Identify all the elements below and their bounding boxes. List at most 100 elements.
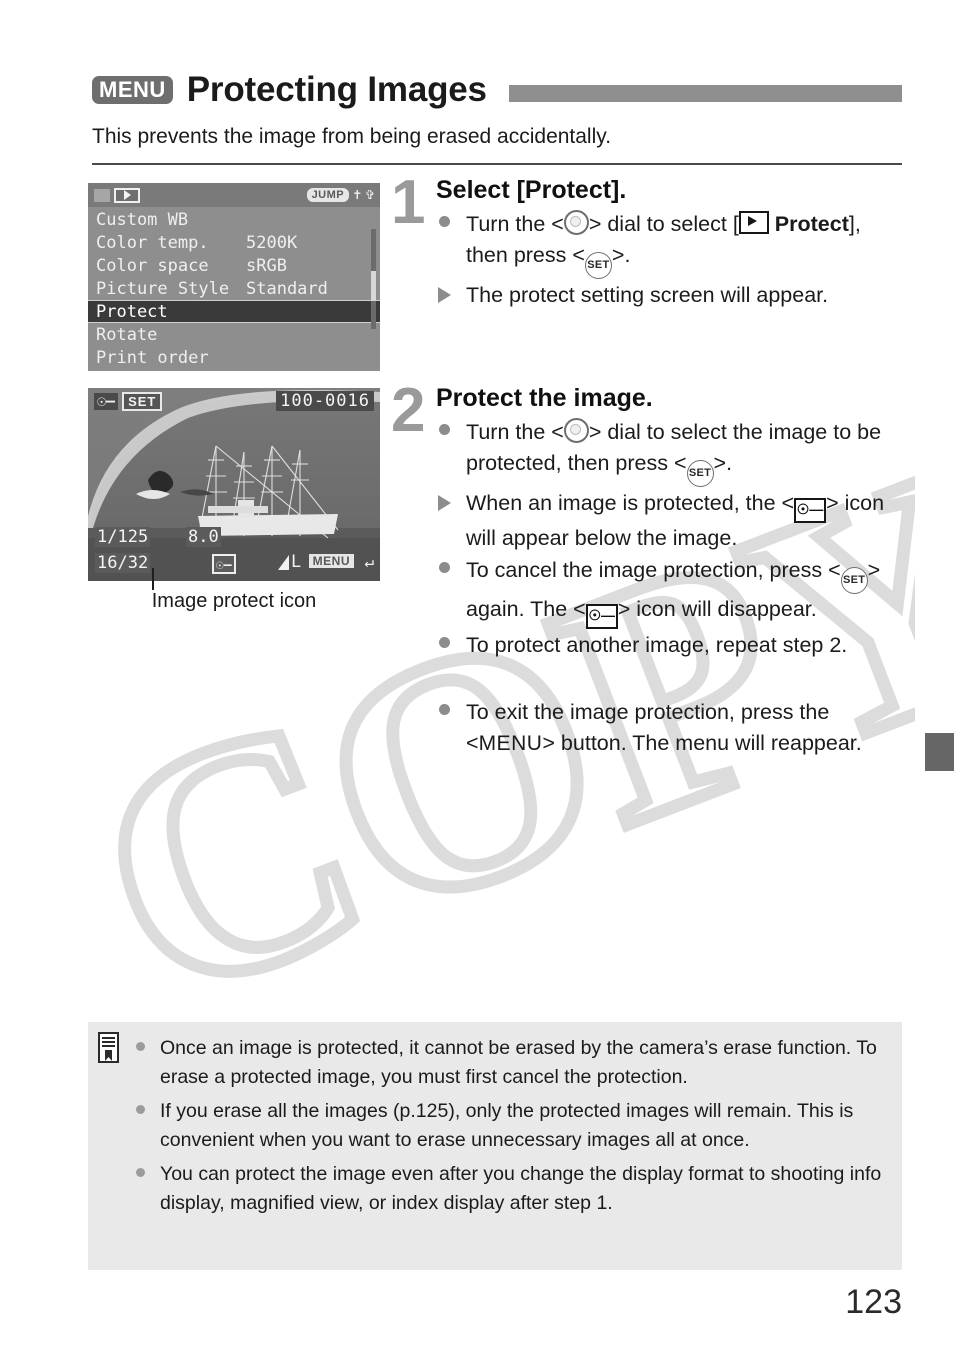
page-header: MENU Protecting Images <box>92 66 902 114</box>
playback-icon <box>738 211 769 234</box>
set-badge-icon: SET <box>122 391 163 411</box>
return-arrow-icon: ↵ <box>364 552 374 571</box>
image-protect-icon: ☉— <box>212 554 236 574</box>
page-number: 123 <box>845 1283 902 1321</box>
step-2-bullet-5-text: To exit the image protection, press the … <box>466 700 862 755</box>
step-2-bullet-5: To exit the image protection, press the … <box>436 697 906 759</box>
quality-triangle-icon <box>278 554 289 570</box>
bullet-dot-icon <box>436 630 466 648</box>
note-icon <box>98 1032 119 1063</box>
file-number: 100-0016 <box>276 391 374 411</box>
note-item-text: Once an image is protected, it cannot be… <box>160 1037 877 1088</box>
step-2-bullet-2-text: When an image is protected, the < ☉— > ico… <box>466 491 885 550</box>
note-item: If you erase all the images (p.125), onl… <box>136 1097 886 1155</box>
note-item: Once an image is protected, it cannot be… <box>136 1034 886 1092</box>
title-rule <box>508 84 902 102</box>
menu-row-label: Print order <box>96 347 209 368</box>
jump-badge-icon: JUMP <box>306 188 350 202</box>
step-2-body: Protect the image. Turn the < > dial to s… <box>436 384 906 760</box>
step-1-bullet-2: The protect setting screen will appear. <box>436 280 906 311</box>
set-icon: SET <box>840 567 868 594</box>
menu-row-label: Color space <box>96 255 209 276</box>
dial-icon <box>563 418 589 443</box>
menu-row-label: Rotate <box>96 324 158 345</box>
bullet-dot-icon <box>136 1097 160 1114</box>
key-icon: ☉— <box>94 392 119 410</box>
set-icon: SET <box>584 252 612 279</box>
quality-label: L <box>291 552 302 572</box>
menu-row-label: Picture Style <box>96 278 230 299</box>
step-1-number: 1 <box>391 168 426 237</box>
step-1-bullet-1-text: Turn the < > dial to select [ Protect], t… <box>466 209 906 279</box>
playback-bottom-overlay: 1/125 8.0 16/32 ☉— L MENU ↵ <box>88 525 380 581</box>
caption-leader-line <box>152 568 154 590</box>
bullet-dot-icon <box>436 697 466 715</box>
step-2-bullet-3: To cancel the image protection, press < S… <box>436 555 906 629</box>
note-item-text: If you erase all the images (p.125), onl… <box>160 1100 854 1151</box>
menu-row-label: Color temp. <box>96 232 209 253</box>
step-2-bullet-3-text: To cancel the image protection, press < S… <box>466 555 906 629</box>
step-2-title: Protect the image. <box>436 384 653 412</box>
menu-row: Rotate <box>88 323 380 346</box>
image-quality-indicator: L <box>278 552 301 572</box>
menu-row: Color temp. 5200K <box>88 231 380 254</box>
bullet-dot-icon <box>136 1034 160 1051</box>
step-2-number: 2 <box>391 376 426 445</box>
bullet-triangle-icon <box>436 488 466 511</box>
note-box: Once an image is protected, it cannot be… <box>88 1022 902 1270</box>
menu-row-label: Custom WB <box>96 209 189 230</box>
step-2-bullet-4: To protect another image, repeat step 2. <box>436 630 906 661</box>
chapter-edge-tab <box>925 733 954 771</box>
menu-row-label: Protect <box>96 301 168 322</box>
protect-icon: ☉— <box>585 604 618 629</box>
protect-icon: ☉— <box>794 498 827 523</box>
note-item-text: You can protect the image even after you… <box>160 1163 882 1214</box>
step-2-bullet-1-text: Turn the < > dial to select the image to … <box>466 417 906 487</box>
menu-tab-blank-icon <box>94 188 110 202</box>
menu-row: Custom WB <box>88 208 380 231</box>
playback-tab-icon <box>114 187 140 203</box>
playback-menu-badge-icon: MENU <box>308 554 354 568</box>
wrench-icon: ✝ <box>353 187 362 203</box>
note-item: You can protect the image even after you… <box>136 1160 886 1218</box>
menu-row: Print order <box>88 346 380 369</box>
dial-icon <box>563 210 589 235</box>
menu-row-value: sRGB <box>246 255 287 276</box>
image-protect-icon-caption: Image protect icon <box>151 590 317 612</box>
bullet-triangle-icon <box>436 280 466 303</box>
menu-row-value: Standard <box>246 278 328 299</box>
step-2-bullet-2: When an image is protected, the < ☉— > ico… <box>436 488 906 554</box>
bullet-dot-icon <box>436 417 466 435</box>
menu-scrollbar-thumb <box>371 271 376 301</box>
header-divider <box>92 163 902 165</box>
menu-row-selected-protect: Protect <box>88 300 380 323</box>
menu-badge-icon: MENU <box>92 76 173 104</box>
bullet-dot-icon <box>436 555 466 573</box>
note-list: Once an image is protected, it cannot be… <box>136 1034 886 1223</box>
menu-topbar-right: JUMP ✝ ✞ <box>306 187 374 203</box>
menu-row: Picture Style Standard <box>88 277 380 300</box>
step-1-bullet-2-text: The protect setting screen will appear. <box>466 283 829 307</box>
bullet-dot-icon <box>436 209 466 227</box>
shutter-speed-value: 1/125 <box>95 527 151 547</box>
camera-menu-screenshot: JUMP ✝ ✞ Custom WB Color temp. 5200K Col… <box>88 183 380 371</box>
set-icon: SET <box>686 460 714 487</box>
aperture-value: 8.0 <box>186 527 221 547</box>
flag-icon: ✞ <box>365 187 374 203</box>
step-1-body: Select [Protect]. Turn the < > dial to se… <box>436 176 906 312</box>
playback-top-overlay: ☉— SET 100-0016 <box>88 388 380 414</box>
step-2-bullet-4-text: To protect another image, repeat step 2. <box>466 633 848 657</box>
step-1-bullet-1: Turn the < > dial to select [ Protect], t… <box>436 209 906 279</box>
bullet-dot-icon <box>136 1160 160 1177</box>
menu-tab-bar: JUMP ✝ ✞ <box>88 183 380 207</box>
camera-playback-screenshot: ☉— SET 100-0016 1/125 8.0 16/32 ☉— L MEN… <box>88 388 380 581</box>
image-count-value: 16/32 <box>95 553 151 573</box>
menu-word-icon: MENU <box>478 732 543 755</box>
step-1-title: Select [Protect]. <box>436 176 627 204</box>
step-2-bullet-1: Turn the < > dial to select the image to … <box>436 417 906 487</box>
page-title: Protecting Images <box>186 70 487 109</box>
menu-row-value: 5200K <box>246 232 298 253</box>
menu-row: Color space sRGB <box>88 254 380 277</box>
menu-row-list: Custom WB Color temp. 5200K Color space … <box>88 207 380 369</box>
intro-text: This prevents the image from being erase… <box>92 125 612 148</box>
